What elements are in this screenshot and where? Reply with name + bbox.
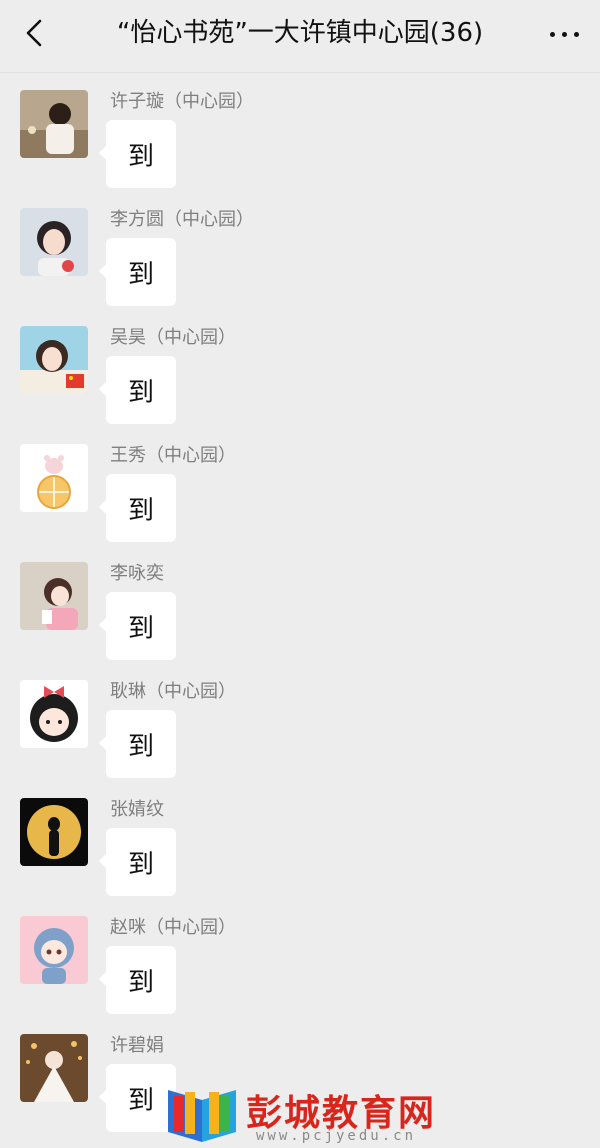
message-item: 李方圆（中心园） 到 xyxy=(0,204,600,322)
message-item: 王秀（中心园） 到 xyxy=(0,440,600,558)
message-item: 耿琳（中心园） 到 xyxy=(0,676,600,794)
sender-name: 王秀（中心园） xyxy=(110,445,236,466)
message-item: 赵咪（中心园） 到 xyxy=(0,912,600,1030)
chat-header: “怡心书苑”一大许镇中心园(36) xyxy=(0,0,600,73)
message-bubble[interactable]: 到 xyxy=(99,946,176,1014)
avatar[interactable] xyxy=(20,326,88,394)
chevron-left-icon xyxy=(26,19,42,47)
sender-name: 许碧娟 xyxy=(110,1035,164,1056)
message-bubble[interactable]: 到 xyxy=(99,710,176,778)
more-dot xyxy=(550,32,555,37)
message-bubble[interactable]: 到 xyxy=(99,356,176,424)
sender-name: 李方圆（中心园） xyxy=(110,209,254,230)
sender-name: 耿琳（中心园） xyxy=(110,681,236,702)
sender-name: 许子璇（中心园） xyxy=(110,91,254,112)
more-dot xyxy=(562,32,567,37)
watermark-url: www.pcjyedu.cn xyxy=(256,1128,417,1144)
avatar[interactable] xyxy=(20,680,88,748)
watermark: 彭城教育网 www.pcjyedu.cn xyxy=(158,1076,448,1146)
message-list: 许子璇（中心园） 到 李方圆（中心园） 到 吴昊（中心园） 到 王秀（中心园） … xyxy=(0,86,600,1148)
avatar[interactable] xyxy=(20,208,88,276)
message-item: 张婧纹 到 xyxy=(0,794,600,912)
back-button[interactable] xyxy=(16,14,56,54)
book-logo-icon xyxy=(168,1090,236,1142)
message-bubble[interactable]: 到 xyxy=(99,592,176,660)
sender-name: 李咏奕 xyxy=(110,563,164,584)
avatar[interactable] xyxy=(20,90,88,158)
message-item: 许子璇（中心园） 到 xyxy=(0,86,600,204)
sender-name: 赵咪（中心园） xyxy=(110,917,236,938)
chat-title: “怡心书苑”一大许镇中心园(36) xyxy=(116,18,484,48)
message-item: 吴昊（中心园） 到 xyxy=(0,322,600,440)
more-button[interactable] xyxy=(544,14,584,54)
avatar[interactable] xyxy=(20,1034,88,1102)
message-item: 李咏奕 到 xyxy=(0,558,600,676)
avatar[interactable] xyxy=(20,798,88,866)
message-bubble[interactable]: 到 xyxy=(99,828,176,896)
avatar[interactable] xyxy=(20,444,88,512)
more-dot xyxy=(574,32,579,37)
avatar[interactable] xyxy=(20,916,88,984)
message-bubble[interactable]: 到 xyxy=(99,238,176,306)
message-bubble[interactable]: 到 xyxy=(99,120,176,188)
avatar[interactable] xyxy=(20,562,88,630)
sender-name: 吴昊（中心园） xyxy=(110,327,236,348)
message-bubble[interactable]: 到 xyxy=(99,474,176,542)
sender-name: 张婧纹 xyxy=(110,799,164,820)
